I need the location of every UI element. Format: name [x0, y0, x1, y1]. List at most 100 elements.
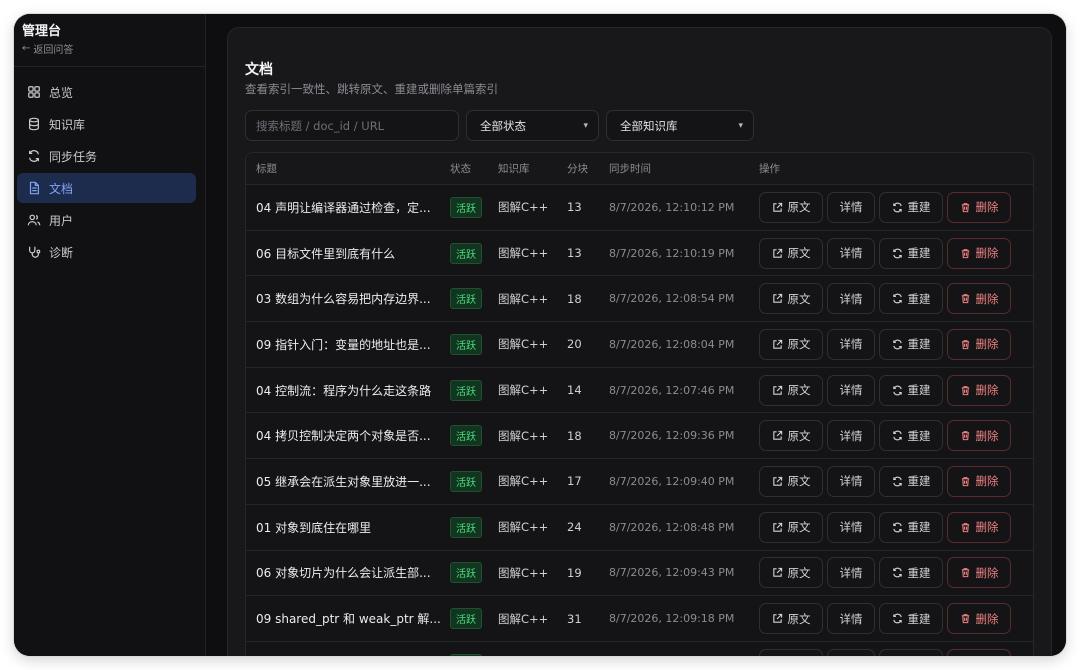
doc-title[interactable]: 04 声明让编译器通过检查，定...: [246, 199, 441, 216]
rebuild-button[interactable]: 重建: [879, 557, 943, 589]
detail-button[interactable]: 详情: [827, 511, 875, 543]
doc-title[interactable]: 01 对象到底住在哪里: [246, 519, 441, 536]
header-status: 状态: [450, 163, 471, 175]
doc-title[interactable]: 06 目标文件里到底有什么: [246, 245, 441, 262]
rebuild-button[interactable]: 重建: [879, 465, 943, 497]
stethoscope-icon: [29, 246, 41, 258]
source-button[interactable]: 原文: [759, 191, 823, 223]
source-button[interactable]: 原文: [759, 420, 823, 452]
grid-icon: [28, 86, 40, 98]
refresh-icon: [892, 202, 902, 213]
delete-button-label: 删除: [975, 474, 999, 489]
rebuild-button[interactable]: 重建: [879, 603, 943, 635]
detail-button[interactable]: 详情: [827, 420, 875, 452]
kb-filter-select[interactable]: 全部知识库 ▾: [606, 110, 754, 141]
chunks-cell: 13: [567, 246, 582, 261]
refresh-icon: [892, 339, 902, 350]
chevron-down-icon: ▾: [738, 120, 743, 131]
detail-button[interactable]: 详情: [827, 465, 875, 497]
rebuild-button[interactable]: 重建: [879, 511, 943, 543]
refresh-icon: [892, 248, 902, 258]
delete-button[interactable]: 删除: [947, 603, 1011, 635]
rebuild-button[interactable]: 重建: [879, 648, 943, 656]
rebuild-button[interactable]: 重建: [879, 237, 943, 269]
detail-button[interactable]: 详情: [827, 603, 875, 635]
detail-button[interactable]: 详情: [827, 374, 875, 406]
doc-title[interactable]: 04 控制流：程序为什么走这条路: [246, 382, 441, 399]
status-badge: 活跃: [450, 242, 482, 264]
detail-button-label: 详情: [839, 428, 863, 443]
delete-button[interactable]: 删除: [947, 237, 1011, 269]
sidebar-nav: 总览 知识库 同步任务 文档 用户 诊断: [14, 77, 206, 269]
source-button[interactable]: 原文: [759, 648, 823, 656]
detail-button[interactable]: 详情: [827, 648, 875, 656]
chunks-cell: 17: [567, 474, 582, 489]
users-icon: [27, 214, 41, 226]
source-button[interactable]: 原文: [759, 374, 823, 406]
delete-button[interactable]: 删除: [947, 374, 1011, 406]
sidebar-item-label: 总览: [49, 85, 74, 100]
rebuild-button[interactable]: 重建: [879, 374, 943, 406]
source-button[interactable]: 原文: [759, 328, 823, 360]
sidebar-item-documents[interactable]: 文档: [17, 173, 196, 203]
sidebar-item-label: 知识库: [49, 117, 86, 132]
doc-title[interactable]: 03 数组为什么容易把内存边界...: [246, 290, 441, 307]
back-link[interactable]: ← 返回问答: [22, 41, 73, 56]
delete-button-label: 删除: [975, 611, 999, 626]
table-row: 06 目标文件里到底有什么 活跃 图解C++ 13 8/7/2026, 12:1…: [246, 230, 1033, 277]
chunks-cell: 19: [567, 565, 582, 580]
doc-title[interactable]: 09 指针入门：变量的地址也是...: [246, 336, 441, 353]
status-filter-value: 全部状态: [480, 118, 526, 133]
status-cell: 活跃: [441, 470, 493, 492]
detail-button[interactable]: 详情: [827, 237, 875, 269]
doc-title[interactable]: 06 对象切片为什么会让派生部...: [246, 564, 441, 581]
sidebar-item-overview[interactable]: 总览: [17, 77, 196, 107]
rebuild-button[interactable]: 重建: [879, 420, 943, 452]
source-button[interactable]: 原文: [759, 557, 823, 589]
rebuild-button-label: 重建: [907, 291, 931, 306]
rebuild-button[interactable]: 重建: [879, 283, 943, 315]
status-filter-select[interactable]: 全部状态 ▾: [466, 110, 599, 141]
source-button[interactable]: 原文: [759, 283, 823, 315]
source-button-label: 原文: [787, 337, 811, 352]
refresh-icon: [892, 385, 902, 395]
delete-button[interactable]: 删除: [947, 191, 1011, 223]
doc-title[interactable]: 05 继承会在派生对象里放进一...: [246, 473, 441, 490]
source-button[interactable]: 原文: [759, 603, 823, 635]
kb-cell: 图解C++: [498, 200, 549, 215]
delete-button[interactable]: 删除: [947, 648, 1011, 656]
rebuild-button[interactable]: 重建: [879, 191, 943, 223]
detail-button[interactable]: 详情: [827, 328, 875, 360]
delete-button[interactable]: 删除: [947, 511, 1011, 543]
status-cell: 活跃: [441, 379, 493, 401]
trash-icon: [961, 385, 969, 395]
rebuild-button[interactable]: 重建: [879, 328, 943, 360]
header-title: 标题: [256, 163, 277, 175]
trash-icon: [961, 477, 969, 487]
sidebar-item-knowledge-base[interactable]: 知识库: [17, 109, 196, 139]
refresh-icon: [892, 568, 902, 578]
delete-button-label: 删除: [975, 383, 999, 398]
detail-button[interactable]: 详情: [827, 191, 875, 223]
search-input[interactable]: [245, 110, 459, 141]
source-button[interactable]: 原文: [759, 511, 823, 543]
doc-title[interactable]: 04 拷贝控制决定两个对象是否...: [246, 427, 441, 444]
source-button-label: 原文: [787, 246, 811, 261]
detail-button[interactable]: 详情: [827, 283, 875, 315]
detail-button[interactable]: 详情: [827, 557, 875, 589]
delete-button[interactable]: 删除: [947, 420, 1011, 452]
delete-button[interactable]: 删除: [947, 557, 1011, 589]
delete-button[interactable]: 删除: [947, 283, 1011, 315]
source-button[interactable]: 原文: [759, 237, 823, 269]
sidebar-item-users[interactable]: 用户: [17, 205, 196, 235]
trash-icon: [961, 340, 969, 350]
sidebar-item-diagnostics[interactable]: 诊断: [17, 237, 196, 267]
doc-title[interactable]: 09 shared_ptr 和 weak_ptr 解...: [246, 610, 441, 627]
trash-icon: [961, 248, 969, 258]
delete-button[interactable]: 删除: [947, 465, 1011, 497]
sync-time-cell: 8/7/2026, 12:08:48 PM: [609, 520, 735, 534]
delete-button[interactable]: 删除: [947, 328, 1011, 360]
sidebar-item-sync-tasks[interactable]: 同步任务: [17, 141, 196, 171]
source-button[interactable]: 原文: [759, 465, 823, 497]
source-button-label: 原文: [787, 565, 811, 580]
